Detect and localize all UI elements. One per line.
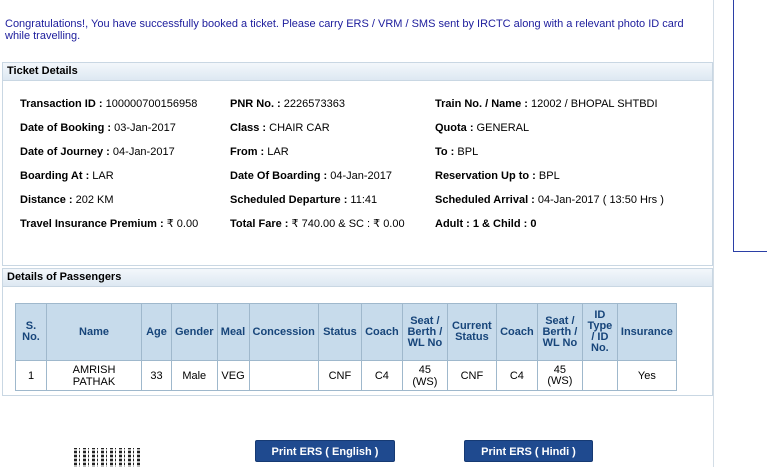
passenger-table-header: S. No. Name Age Gender Meal Concession S… — [15, 303, 677, 361]
field-value: 04-Jan-2017 — [327, 170, 392, 182]
field-label: Date Of Boarding : — [230, 170, 328, 182]
table-cell: Yes — [616, 360, 677, 391]
field-value: 11:41 — [347, 194, 378, 206]
field-label: Total Fare : — [230, 218, 289, 230]
field-label: Adult : 1 & Child : 0 — [435, 218, 537, 230]
table-cell: 1 — [15, 360, 47, 391]
field-label: Reservation Up to : — [435, 170, 536, 182]
field-label: Scheduled Arrival : — [435, 194, 535, 206]
field-value: LAR — [89, 170, 114, 182]
field-value: 202 KM — [72, 194, 114, 206]
col-header: ID Type / ID No. — [581, 303, 618, 361]
field-value: ₹ 740.00 & SC : ₹ 0.00 — [288, 218, 405, 230]
field-value: 04-Jan-2017 — [109, 146, 175, 158]
col-header: Coach — [495, 303, 538, 361]
col-header: Seat / Berth / WL No — [536, 303, 583, 361]
ticket-details-heading: Ticket Details — [3, 63, 712, 81]
field-value: ₹ 0.00 — [163, 218, 199, 230]
col-header: Age — [141, 303, 172, 361]
passenger-table: S. No. Name Age Gender Meal Concession S… — [15, 303, 677, 391]
passenger-details-heading: Details of Passengers — [3, 269, 712, 287]
table-cell: 33 — [141, 360, 172, 391]
field-label: Date of Journey : — [20, 146, 110, 158]
field-label: Date of Booking : — [20, 122, 112, 134]
table-cell: VEG — [216, 360, 250, 391]
field-value: GENERAL — [473, 122, 530, 134]
table-cell: Male — [171, 360, 218, 391]
table-cell: CNF — [446, 360, 497, 391]
ticket-details-grid: Transaction ID : 100000700156958 PNR No.… — [20, 97, 710, 237]
field-label: Transaction ID : — [20, 98, 103, 110]
booking-confirmation-page: Congratulations!, You have successfully … — [0, 0, 714, 467]
field-value: 03-Jan-2017 — [111, 122, 176, 134]
field-label: Distance : — [20, 194, 73, 206]
field-value: BPL — [454, 146, 479, 158]
col-header: Concession — [248, 303, 319, 361]
field-label: Scheduled Departure : — [230, 194, 348, 206]
col-header: Name — [46, 303, 142, 361]
table-cell — [581, 360, 618, 391]
field-value: CHAIR CAR — [266, 122, 330, 134]
field-value: 100000700156958 — [102, 98, 198, 110]
table-cell: 45 (WS) — [401, 360, 448, 391]
col-header: Status — [317, 303, 362, 361]
print-ers-hindi-button[interactable]: Print ERS ( Hindi ) — [464, 440, 593, 462]
table-cell: C4 — [495, 360, 538, 391]
field-value: 04-Jan-2017 ( 13:50 Hrs ) — [534, 194, 664, 206]
table-cell: CNF — [317, 360, 362, 391]
field-label: Travel Insurance Premium : — [20, 218, 164, 230]
field-label: PNR No. : — [230, 98, 281, 110]
field-label: Train No. / Name : — [435, 98, 528, 110]
table-row: 1 AMRISH PATHAK 33 Male VEG CNF C4 45 (W… — [15, 360, 677, 391]
col-header: Current Status — [446, 303, 497, 361]
field-label: Class : — [230, 122, 267, 134]
table-cell: 45 (WS) — [536, 360, 583, 391]
side-panel-frame — [733, 0, 767, 252]
col-header: Gender — [171, 303, 218, 361]
field-value: 12002 / BHOPAL SHTBDI — [527, 98, 658, 110]
field-value: 2226573363 — [280, 98, 345, 110]
field-value: LAR — [264, 146, 289, 158]
table-cell: AMRISH PATHAK — [46, 360, 142, 391]
field-value: BPL — [535, 170, 560, 182]
field-label: From : — [230, 146, 265, 158]
field-label: Boarding At : — [20, 170, 90, 182]
table-cell — [248, 360, 319, 391]
col-header: S. No. — [15, 303, 47, 361]
table-cell: C4 — [360, 360, 403, 391]
print-ers-english-button[interactable]: Print ERS ( English ) — [255, 440, 395, 462]
field-label: Quota : — [435, 122, 474, 134]
col-header: Coach — [360, 303, 403, 361]
field-label: To : — [435, 146, 455, 158]
col-header: Insurance — [616, 303, 677, 361]
col-header: Meal — [216, 303, 250, 361]
qr-code-icon — [74, 448, 140, 467]
success-message: Congratulations!, You have successfully … — [5, 18, 684, 42]
col-header: Seat / Berth / WL No — [401, 303, 448, 361]
